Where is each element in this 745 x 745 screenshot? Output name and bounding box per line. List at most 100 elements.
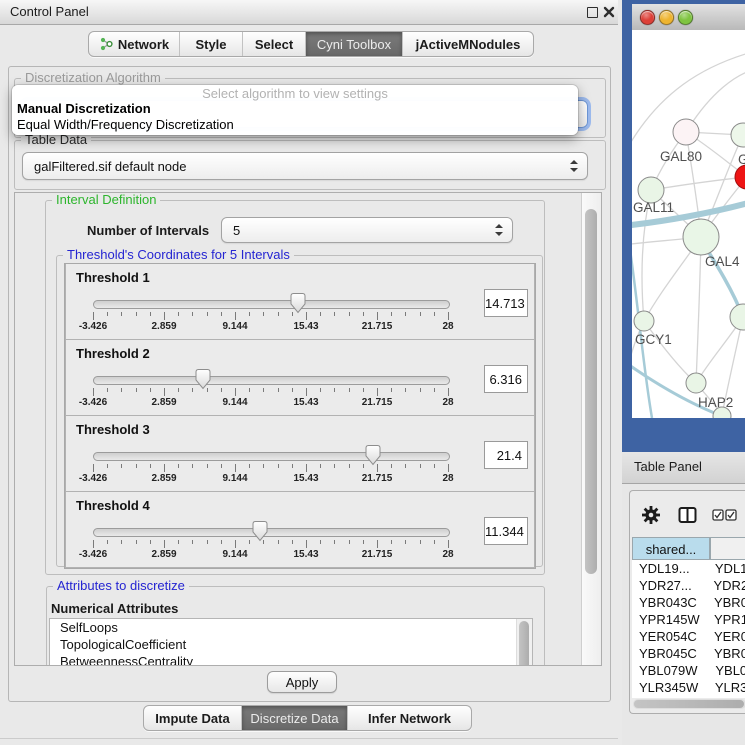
slider-tick: [377, 540, 378, 548]
hscrollbar-track[interactable]: [633, 699, 745, 709]
threshold-slider-thumb[interactable]: [364, 444, 382, 466]
tab-impute-data[interactable]: Impute Data: [144, 706, 242, 730]
cell-shared-name: YIL052C: [632, 696, 710, 698]
tab-style[interactable]: Style: [180, 32, 243, 56]
threshold-slider-thumb[interactable]: [251, 520, 269, 542]
slider-tick: [164, 388, 165, 396]
popup-item-manual-discretization[interactable]: Manual Discretization: [17, 101, 151, 116]
table-row[interactable]: YDR27...YDR2: [632, 577, 745, 594]
slider-tick-label: -3.426: [79, 397, 107, 408]
tab-network[interactable]: Network: [89, 32, 180, 56]
slider-tick: [320, 540, 321, 544]
list-scrollbar-thumb[interactable]: [519, 621, 529, 666]
slider-tick: [363, 540, 364, 544]
table-row[interactable]: YLR345WYLR3: [632, 679, 745, 696]
stepper-arrows-icon: [494, 224, 503, 236]
top-tab-bar: NetworkStyleSelectCyni ToolboxjActiveMNo…: [88, 31, 534, 57]
table-row[interactable]: YDL19...YDL1: [632, 560, 745, 577]
tab-infer-network[interactable]: Infer Network: [348, 706, 471, 730]
threshold-slider-thumb[interactable]: [289, 292, 307, 314]
threshold-slider-thumb[interactable]: [194, 368, 212, 390]
gear-icon[interactable]: [642, 506, 660, 527]
slider-tick: [292, 464, 293, 468]
minimize-traffic-light[interactable]: [659, 10, 674, 25]
threshold-slider-track[interactable]: [93, 300, 450, 309]
threshold-value-field[interactable]: 14.713: [484, 289, 528, 317]
table-row[interactable]: YBL079WYBL0: [632, 662, 745, 679]
cell-name: YBR0: [706, 594, 745, 611]
network-window-titlebar[interactable]: [632, 4, 745, 31]
table-row[interactable]: YPR145WYPR1: [632, 611, 745, 628]
checkbox-icon[interactable]: [712, 509, 738, 524]
slider-tick: [178, 312, 179, 316]
tab-jactivemnodules[interactable]: jActiveMNodules: [403, 32, 533, 56]
column-header[interactable]: na: [710, 537, 745, 560]
slider-tick: [405, 388, 406, 392]
threshold-label: Threshold 4: [76, 498, 150, 513]
slider-tick: [405, 540, 406, 544]
slider-tick: [391, 388, 392, 392]
tab-cyni-toolbox[interactable]: Cyni Toolbox: [306, 32, 403, 56]
apply-button[interactable]: Apply: [267, 671, 337, 693]
network-node-gal4[interactable]: [683, 219, 719, 255]
threshold-value-field[interactable]: 6.316: [484, 365, 528, 393]
threshold-slider-track[interactable]: [93, 452, 450, 461]
network-node-h[interactable]: [730, 304, 745, 330]
scrollbar-thumb[interactable]: [585, 209, 597, 574]
slider-tick: [349, 540, 350, 544]
slider-tick: [420, 540, 421, 544]
close-traffic-light[interactable]: [640, 10, 655, 25]
slider-tick: [121, 540, 122, 544]
slider-tick: [391, 464, 392, 468]
slider-tick: [121, 388, 122, 392]
float-window-icon[interactable]: [586, 6, 598, 18]
popup-item-equal-width-frequency[interactable]: Equal Width/Frequency Discretization: [17, 117, 234, 132]
table-row[interactable]: YBR043CYBR0: [632, 594, 745, 611]
slider-tick: [349, 464, 350, 468]
network-node-hap2[interactable]: [686, 373, 706, 393]
threshold-slider-track[interactable]: [93, 376, 450, 385]
close-icon[interactable]: [603, 6, 615, 18]
slider-tick: [349, 388, 350, 392]
tab-discretize-data[interactable]: Discretize Data: [242, 706, 348, 730]
slider-tick-label: 2.859: [151, 321, 176, 332]
columns-icon[interactable]: [678, 506, 697, 527]
threshold-value-field[interactable]: 11.344: [484, 517, 528, 545]
number-of-intervals-combobox[interactable]: 5: [221, 217, 513, 243]
scrollbar-gutter[interactable]: [581, 193, 601, 665]
tab-select[interactable]: Select: [243, 32, 306, 56]
attribute-list-item[interactable]: TopologicalCoefficient: [50, 636, 532, 653]
table-data-combobox[interactable]: galFiltered.sif default node: [22, 152, 588, 180]
network-node-gal80[interactable]: [673, 119, 699, 145]
slider-tick: [405, 464, 406, 468]
slider-tick: [192, 464, 193, 468]
table-row[interactable]: YBR045CYBR0: [632, 645, 745, 662]
attribute-list-item[interactable]: SelfLoops: [50, 619, 532, 636]
column-header[interactable]: shared...: [632, 537, 710, 560]
network-canvas[interactable]: GAL80GACGAL11GAL4GCY1HHAP2: [632, 30, 745, 418]
numerical-attributes-label: Numerical Attributes: [51, 601, 178, 616]
slider-tick: [136, 388, 137, 392]
popup-placeholder-item[interactable]: Select algorithm to view settings: [12, 86, 578, 101]
slider-tick: [306, 540, 307, 548]
threshold-row: Threshold 2-3.4262.8599.14415.4321.71528…: [65, 339, 535, 416]
cell-name: YIL0: [710, 696, 745, 698]
slider-tick: [107, 540, 108, 544]
threshold-value-field[interactable]: 21.4: [484, 441, 528, 469]
numerical-attributes-list[interactable]: SelfLoopsTopologicalCoefficientBetweenne…: [49, 618, 533, 666]
control-panel-titlebar: Control Panel: [0, 0, 618, 25]
table-header-row: shared...na: [632, 537, 745, 560]
list-scrollbar-track[interactable]: [516, 619, 532, 666]
table-row[interactable]: YER054CYER0: [632, 628, 745, 645]
cell-name: YPR1: [706, 611, 745, 628]
threshold-slider-track[interactable]: [93, 528, 450, 537]
hscrollbar-thumb[interactable]: [634, 700, 744, 708]
slider-tick: [292, 540, 293, 544]
network-node-gcy1[interactable]: [634, 311, 654, 331]
network-node-ga[interactable]: [731, 123, 745, 147]
attribute-list-item[interactable]: BetweennessCentrality: [50, 653, 532, 666]
slider-tick: [164, 464, 165, 472]
slider-tick: [263, 464, 264, 468]
table-row[interactable]: YIL052CYIL0: [632, 696, 745, 698]
zoom-traffic-light[interactable]: [678, 10, 693, 25]
